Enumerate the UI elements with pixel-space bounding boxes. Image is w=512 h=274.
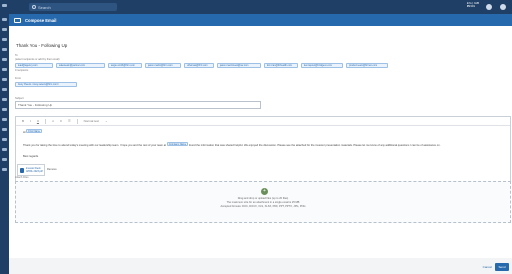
nav-icon[interactable]: [2, 48, 7, 51]
attachment-filename: APRIL 2023.pdf: [26, 170, 43, 173]
toolbar-divider: [76, 118, 78, 124]
recipient-chip[interactable]: product.team@firmco.com: [346, 63, 388, 68]
nav-icon[interactable]: [2, 38, 7, 41]
top-bar: Search Info | IAB IBN01: [9, 0, 512, 14]
home-icon[interactable]: [2, 18, 7, 21]
plus-icon[interactable]: +: [261, 188, 268, 195]
from-chip[interactable]: Avoy Owens <avoy.owens@firm.com>: [15, 82, 77, 87]
nav-icon[interactable]: [2, 78, 7, 81]
subject-field[interactable]: Thank You - Following Up: [15, 101, 261, 109]
nav-icon[interactable]: [2, 138, 7, 141]
recipient-chip[interactable]: lead@agency.com: [15, 63, 53, 68]
compose-footer: Cancel Send: [9, 258, 512, 274]
recipient-chip[interactable]: salesteam@partner.com: [56, 63, 105, 68]
compose-title: Compose Email: [25, 17, 57, 23]
merge-field-chip[interactable]: Company Name: [166, 142, 189, 146]
nav-icon[interactable]: [2, 108, 7, 111]
recipient-chip[interactable]: kim.tran@ifchealth.com: [264, 63, 298, 68]
message-body: Thank you for taking the time to attend …: [23, 144, 167, 147]
nav-icon[interactable]: [2, 158, 7, 161]
menu-icon[interactable]: [2, 4, 7, 7]
ordered-list-icon[interactable]: ☰: [68, 119, 71, 123]
recipient-count: 9 recipients: [15, 69, 29, 72]
send-button[interactable]: Send: [495, 263, 509, 271]
chevron-down-icon[interactable]: ⌄: [105, 119, 108, 123]
dropzone-text: Drag and drop or upload files (up to 20 …: [237, 197, 289, 200]
message-body-rest: found the information that was shared he…: [188, 144, 441, 147]
italic-icon[interactable]: I: [30, 119, 31, 123]
subject-label: Subject: [15, 97, 24, 100]
greeting: Hi: [23, 131, 26, 134]
list-icon[interactable]: ≡: [60, 119, 62, 123]
nav-icon[interactable]: [2, 98, 7, 101]
cancel-button[interactable]: Cancel: [483, 265, 492, 269]
recipient-chip[interactable]: angie.smith@firm.com: [108, 63, 142, 68]
recipient-chip[interactable]: jason.macrinvest@sw.com: [217, 63, 261, 68]
search-input[interactable]: Search: [29, 3, 117, 11]
nav-icon[interactable]: [2, 88, 7, 91]
to-note: (select recipients or add by their email…: [15, 58, 60, 61]
nav-icon[interactable]: [2, 128, 7, 131]
compose-header: Compose Email: [9, 14, 512, 26]
nav-icon[interactable]: [2, 148, 7, 151]
recipient-chip[interactable]: jason.martin@firm.com: [145, 63, 181, 68]
user-info[interactable]: Info | IAB IBN01: [466, 1, 479, 9]
nav-icon[interactable]: [2, 58, 7, 61]
underline-icon[interactable]: U: [37, 119, 39, 123]
toolbar-divider: [45, 118, 47, 124]
attach-label: Attach Files: [15, 176, 29, 179]
file-icon: [20, 167, 24, 173]
closing-text: Best regards: [23, 155, 39, 158]
paragraph-style-select[interactable]: Normal text: [84, 119, 99, 123]
nav-icon[interactable]: [2, 68, 7, 71]
editor-toolbar: B I U ∞ ≡ ☰ Normal text ⌄: [16, 117, 510, 126]
left-nav-rail: [0, 0, 9, 274]
dropzone[interactable]: + Drag and drop or upload files (up to 2…: [15, 181, 511, 223]
from-label: From: [15, 77, 22, 80]
merge-field-chip[interactable]: First Name: [26, 129, 42, 133]
settings-icon[interactable]: [486, 4, 492, 10]
link-icon[interactable]: ∞: [52, 119, 54, 123]
search-icon: [32, 5, 36, 9]
dropzone-formats: Accepted formats: DOC, DOCX, XLS, XLSX, …: [220, 205, 306, 208]
nav-icon[interactable]: [2, 118, 7, 121]
search-placeholder: Search: [38, 4, 51, 10]
remove-attachment-button[interactable]: Remove: [47, 168, 57, 171]
to-label: To: [15, 54, 18, 57]
message-editor[interactable]: B I U ∞ ≡ ☰ Normal text ⌄ Hi First Name …: [15, 116, 511, 186]
dropzone-limit: The maximum size for an attachment in a …: [226, 201, 300, 204]
nav-icon[interactable]: [2, 168, 7, 171]
recipient-chip[interactable]: uthomas@IFC.com: [184, 63, 214, 68]
recipient-chip[interactable]: ken.lapour@bridgeco.com: [301, 63, 343, 68]
profile-icon[interactable]: [500, 4, 506, 10]
nav-icon[interactable]: [2, 28, 7, 31]
mail-icon: [14, 17, 21, 23]
user-code: IBN01: [466, 4, 476, 9]
attachment-item[interactable]: Investor Deck APRIL 2023.pdf: [17, 164, 45, 176]
compose-panel: Thank You - Following Up To (select reci…: [9, 26, 512, 258]
bold-icon[interactable]: B: [22, 119, 24, 123]
subject-heading: Thank You - Following Up: [16, 43, 68, 48]
